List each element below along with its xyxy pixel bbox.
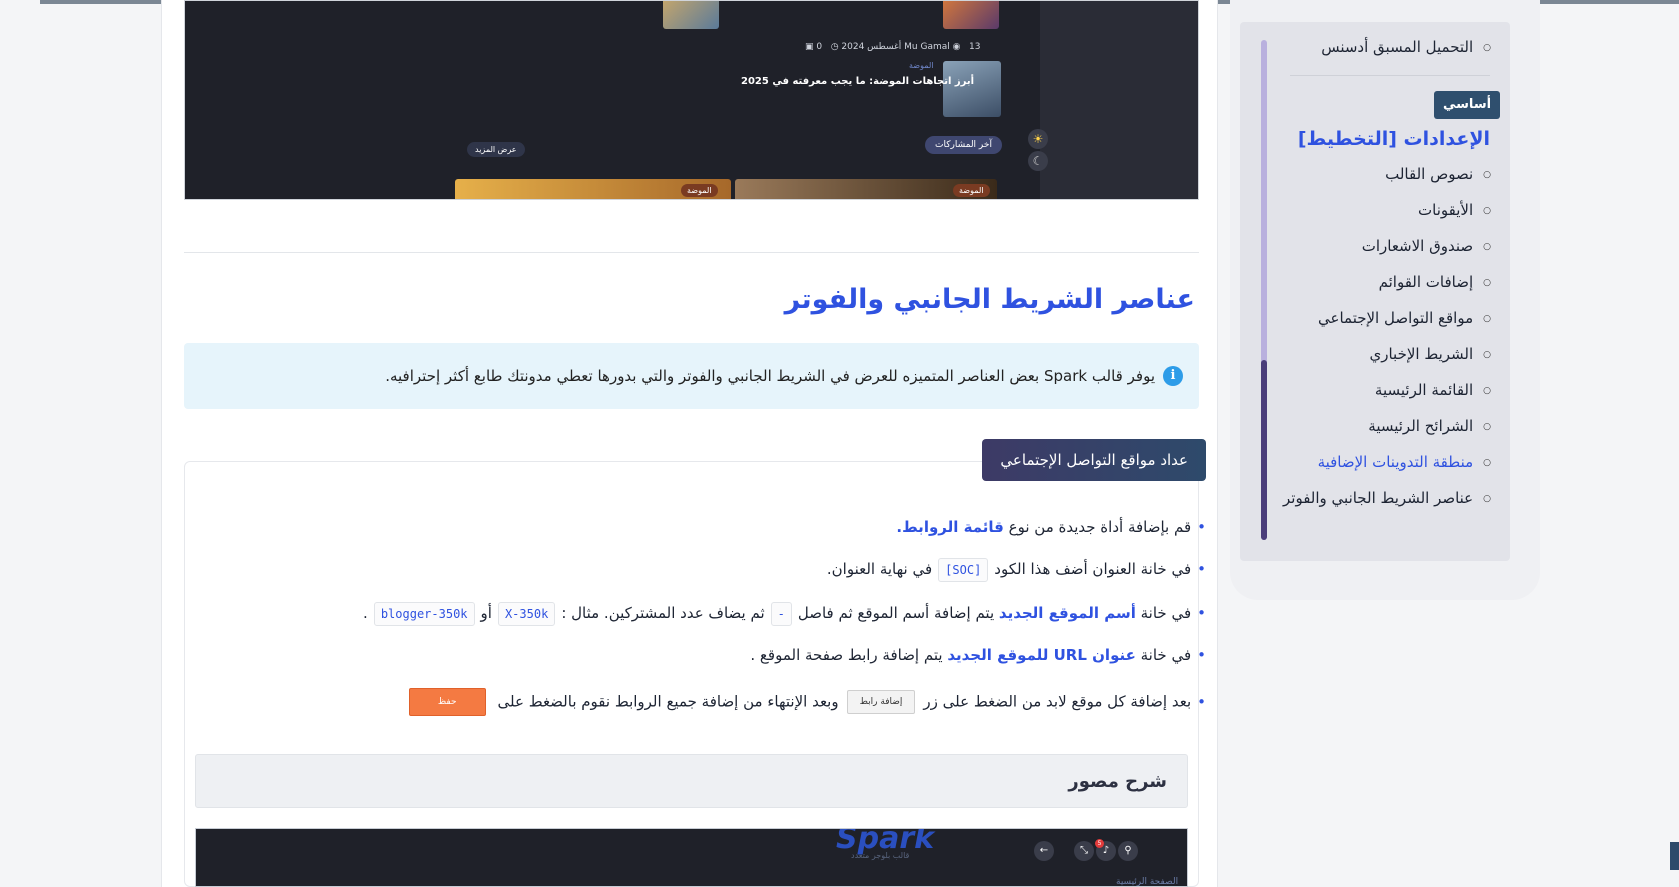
step-text: أو [480,604,492,622]
code-snippet: [SOC] [938,558,989,582]
step-text: في خانة [1135,604,1192,622]
main-content: Mu Gamal ◉ 13 أغسطس 2024 ◷ 0 ▣ الموضة أب… [161,0,1218,887]
divider [184,252,1199,253]
toc-badge: أساسي [1434,91,1501,119]
toc-item[interactable]: القائمة الرئيسية [1375,381,1491,399]
code-snippet: - [770,602,792,626]
step-text: يتم إضافة أسم الموقع ثم فاصل [797,604,999,622]
post-title[interactable]: أبرز اتجاهات الموضة: ما يجب معرفته في 20… [741,76,974,87]
shrink-icon[interactable]: ⤡ [1074,841,1094,861]
screenshot-sidebar [1040,1,1198,199]
step-5: • بعد إضافة كل موقع لابد من الضغط على زر إ… [408,688,1206,716]
thumbnail [943,1,999,29]
post-meta: Mu Gamal ◉ 13 أغسطس 2024 ◷ 0 ▣ [805,42,981,52]
toc-item[interactable]: مواقع التواصل الإجتماعي [1318,309,1491,327]
post-category: الموضة [909,61,934,70]
toc-heading[interactable]: الإعدادات [التخطيط] [1298,128,1490,150]
bullet: • [1197,692,1206,711]
bullet: • [1197,646,1206,664]
logo-subtitle: قالب بلوجر متعدد [851,851,910,860]
explain-box: شرح مصور [195,754,1188,808]
bottom-screenshot: Spark قالب بلوجر متعدد ← ⤡ ♪ 5 ⚲ الصفحة … [195,828,1188,887]
show-more-button[interactable]: عرض المزيد [467,142,525,157]
toc-item-adsense[interactable]: التحميل المسبق أدسنس [1321,38,1491,56]
toc-item[interactable]: إضافات القوائم [1379,273,1491,291]
save-button[interactable]: حفظ [408,688,486,716]
toc-item-active[interactable]: منطقة التدوينات الإضافية [1318,453,1491,471]
step-text: في نهاية العنوان. [826,560,933,578]
info-icon: i [1163,366,1183,386]
link-list-link[interactable]: قائمة الروابط. [896,518,1003,536]
bullet: • [1197,518,1206,536]
page-scroll-indicator[interactable] [1670,842,1679,870]
notification-badge: 5 [1095,839,1104,848]
step-1: • قم بإضافة أداة جديدة من نوع قائمة الروا… [896,518,1206,536]
step-4: • في خانة عنوان URL للموقع الجديد يتم إضا… [750,646,1206,664]
info-text: يوفر قالب Spark بعض العناصر المتميزه للع… [385,367,1155,385]
step-2: • في خانة العنوان أضف هذا الكود [SOC] في نه… [827,558,1206,582]
toc-item[interactable]: عناصر الشريط الجانبي والفوتر [1283,489,1491,507]
home-link[interactable]: الصفحة الرئيسية [1116,877,1178,886]
bullet: • [1197,560,1206,578]
card-tab[interactable]: عداد مواقع التواصل الإجتماعي [982,439,1206,481]
toc-scroll-thumb[interactable] [1261,360,1267,540]
step-text: . [363,604,368,622]
step-text: في خانة [1135,646,1192,664]
bullet: • [1197,604,1206,622]
step-text: وبعد الإنتهاء من إضافة جميع الروابط نقوم… [497,692,839,711]
toc-item[interactable]: الأيقونات [1418,201,1491,219]
top-screenshot: Mu Gamal ◉ 13 أغسطس 2024 ◷ 0 ▣ الموضة أب… [184,0,1199,200]
highlight-text: عنوان URL للموقع الجديد [947,646,1136,664]
category-tag[interactable]: الموضة [681,184,718,197]
step-text: ثم يضاف عدد المشتركين. مثال : [561,604,765,622]
toc-item[interactable]: الشريط الإخباري [1369,345,1491,363]
category-tag[interactable]: الموضة [953,184,990,197]
code-snippet: blogger-350k [373,602,475,626]
toc-item[interactable]: الشرائح الرئيسية [1368,417,1491,435]
toc-divider [1290,75,1490,76]
search-icon[interactable]: ⚲ [1118,841,1138,861]
info-box: i يوفر قالب Spark بعض العناصر المتميزه ل… [184,343,1199,409]
section-title: عناصر الشريط الجانبي والفوتر [784,284,1195,315]
step-text: في خانة العنوان أضف هذا الكود [994,560,1192,578]
thumbnail [663,1,719,29]
toc-item[interactable]: نصوص القالب [1385,165,1491,183]
back-arrow-icon[interactable]: ← [1034,841,1054,861]
moon-icon[interactable]: ☾ [1028,151,1048,171]
step-text: يتم إضافة رابط صفحة الموقع . [750,646,948,664]
highlight-text: أسم الموقع الجديد [998,604,1136,622]
step-text: بعد إضافة كل موقع لابد من الضغط على زر [923,692,1192,711]
code-snippet: X-350k [497,602,556,626]
sun-icon[interactable]: ☀ [1028,129,1048,149]
toc-item[interactable]: صندوق الاشعارات [1362,237,1491,255]
add-link-button[interactable]: إضافة رابط [846,690,916,714]
step-3: • في خانة أسم الموقع الجديد يتم إضافة أسم… [363,602,1206,626]
step-text: قم بإضافة أداة جديدة من نوع [1003,518,1192,536]
post-thumbnail [943,61,1001,117]
latest-posts-tab[interactable]: آخر المشاركات [925,136,1002,154]
